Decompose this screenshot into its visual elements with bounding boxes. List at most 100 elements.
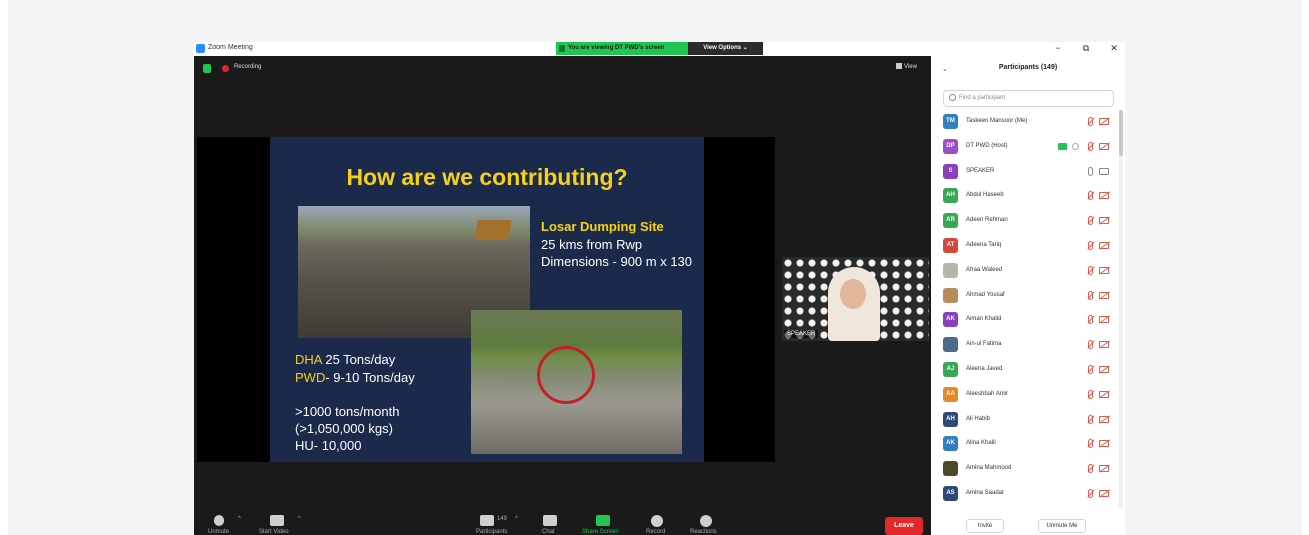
mic-muted-icon — [1088, 414, 1093, 424]
chat-icon[interactable] — [543, 515, 557, 526]
share-screen-label[interactable]: Share Screen — [582, 529, 619, 535]
avatar: AJ — [943, 361, 958, 377]
participant-row[interactable]: AJ Aleena Javed — [931, 358, 1119, 383]
reactions-icon[interactable] — [700, 515, 712, 527]
slide-hu: HU- 10,000 — [295, 438, 362, 453]
participants-icon[interactable] — [480, 515, 494, 526]
dha-label: DHA — [295, 352, 322, 367]
restore-icon[interactable]: ⧉ — [1072, 43, 1100, 54]
record-label[interactable]: Record — [646, 529, 665, 535]
unmute-caret-icon[interactable]: ^ — [238, 516, 241, 522]
highlight-circle — [537, 346, 595, 404]
recording-dot-icon — [222, 65, 229, 72]
participants-count: 149 — [497, 516, 508, 522]
view-options-button[interactable]: View Options ⌄ — [688, 42, 763, 55]
excavator-shape — [474, 220, 512, 240]
participant-row[interactable]: AK Alina Khalil — [931, 432, 1119, 457]
participant-row[interactable]: AR Adeen Rehman — [931, 209, 1119, 234]
mic-muted-icon — [1088, 464, 1093, 474]
slide-site-heading: Losar Dumping Site — [541, 219, 664, 234]
participant-name: Amina Saadat — [966, 489, 1004, 496]
mic-muted-icon — [1088, 117, 1093, 126]
slide-dha-line: DHA 25 Tons/day — [295, 352, 395, 367]
encryption-shield-icon[interactable] — [203, 64, 211, 73]
participant-row[interactable]: AH Abdul Haseeb — [931, 184, 1119, 209]
chevron-down-icon: ⌄ — [742, 45, 748, 51]
close-icon[interactable]: ✕ — [1100, 43, 1128, 54]
participants-panel-title: Participants (149) — [998, 64, 1058, 71]
participant-row[interactable]: AK Aiman Khalid — [931, 308, 1119, 333]
reactions-label[interactable]: Reactions — [690, 529, 717, 535]
share-screen-icon[interactable] — [596, 515, 610, 526]
participant-row[interactable]: TM Taskeen Mansoor (Me) — [931, 110, 1119, 135]
unmute-me-button[interactable]: Unmute Me — [1038, 519, 1086, 533]
start-video-label[interactable]: Start Video — [259, 529, 289, 535]
speaker-name-tag: SPEAKER — [784, 330, 819, 338]
participant-row[interactable]: Ahmad Yousaf — [931, 284, 1119, 309]
participant-row[interactable]: S SPEAKER — [931, 160, 1119, 185]
screen: Zoom Meeting You are viewing DT PWD's sc… — [0, 0, 1309, 535]
mic-muted-icon — [1088, 141, 1093, 151]
mic-icon — [1088, 166, 1093, 176]
participant-name: SPEAKER — [966, 167, 995, 174]
participants-caret-icon[interactable]: ^ — [515, 516, 518, 522]
video-off-icon — [1099, 440, 1109, 448]
participant-row[interactable]: AS Amina Saadat — [931, 482, 1119, 507]
view-options-label: View Options — [703, 45, 742, 51]
minimize-icon[interactable]: − — [1044, 43, 1072, 53]
mic-muted-icon[interactable] — [214, 515, 224, 526]
slide-monthly-kg: (>1,050,000 kgs) — [295, 421, 393, 436]
video-icon — [1099, 167, 1109, 175]
participant-row[interactable]: AH Ali Habib — [931, 408, 1119, 433]
avatar: AH — [943, 411, 958, 427]
video-off-icon[interactable] — [270, 515, 284, 526]
video-off-icon — [1099, 291, 1109, 299]
search-placeholder: Find a participant — [959, 95, 1006, 101]
participants-label[interactable]: Participants — [476, 529, 507, 535]
zoom-logo-icon — [196, 44, 205, 53]
chat-label[interactable]: Chat — [542, 529, 555, 535]
participant-row[interactable]: Ain-ul Fatima — [931, 333, 1119, 358]
slide-title: How are we contributing? — [346, 164, 628, 190]
participant-row[interactable]: Amina Mahmood — [931, 457, 1119, 482]
participant-row[interactable]: AT Adeena Tariq — [931, 234, 1119, 259]
view-label: View — [904, 64, 917, 70]
mic-muted-icon — [1088, 439, 1093, 449]
pwd-label: PWD — [295, 370, 326, 385]
mic-muted-icon — [1088, 216, 1093, 226]
view-button[interactable]: View — [896, 63, 917, 70]
participant-row[interactable]: AA Aleeshbah Amir — [931, 383, 1119, 408]
avatar: AK — [943, 312, 958, 328]
participant-name: Aleeshbah Amir — [966, 390, 1009, 397]
participant-list: TM Taskeen Mansoor (Me) DP DT PWD (Host) S SP… — [931, 110, 1119, 508]
video-caret-icon[interactable]: ^ — [298, 516, 301, 522]
participant-name: Ali Habib — [966, 415, 991, 422]
participant-name: Adeena Tariq — [966, 241, 1002, 248]
participant-search-input[interactable]: Find a participant — [943, 90, 1114, 107]
participant-name: Ain-ul Fatima — [966, 341, 1002, 348]
speaker-video-tile[interactable] — [782, 257, 929, 341]
mic-muted-icon — [1088, 265, 1093, 275]
unmute-label[interactable]: Unmute — [208, 529, 229, 535]
avatar: TM — [943, 114, 958, 129]
mic-muted-icon — [1088, 488, 1093, 498]
participant-row[interactable]: Afraa Waleed — [931, 259, 1119, 284]
mic-muted-icon — [1088, 315, 1093, 325]
avatar: AT — [943, 237, 958, 253]
slide-monthly: >1000 tons/month — [295, 404, 400, 419]
scrollbar-thumb[interactable] — [1119, 110, 1123, 156]
record-icon[interactable] — [651, 515, 663, 527]
participant-name: Aiman Khalid — [966, 316, 1002, 323]
video-off-icon — [1099, 241, 1109, 249]
participant-name: Alina Khalil — [966, 440, 996, 447]
participant-name: Abdul Haseeb — [966, 192, 1004, 199]
video-off-icon — [1099, 415, 1109, 423]
participant-name: Afraa Waleed — [966, 266, 1003, 273]
invite-button[interactable]: Invite — [966, 519, 1004, 533]
leave-button[interactable]: Leave — [885, 517, 923, 535]
participant-row[interactable]: DP DT PWD (Host) — [931, 135, 1119, 160]
avatar: AK — [943, 436, 958, 452]
participant-name: Adeen Rehman — [966, 217, 1008, 224]
slide-pwd-line: PWD- 9-10 Tons/day — [295, 370, 415, 385]
participant-list-scrollbar[interactable] — [1119, 110, 1123, 508]
